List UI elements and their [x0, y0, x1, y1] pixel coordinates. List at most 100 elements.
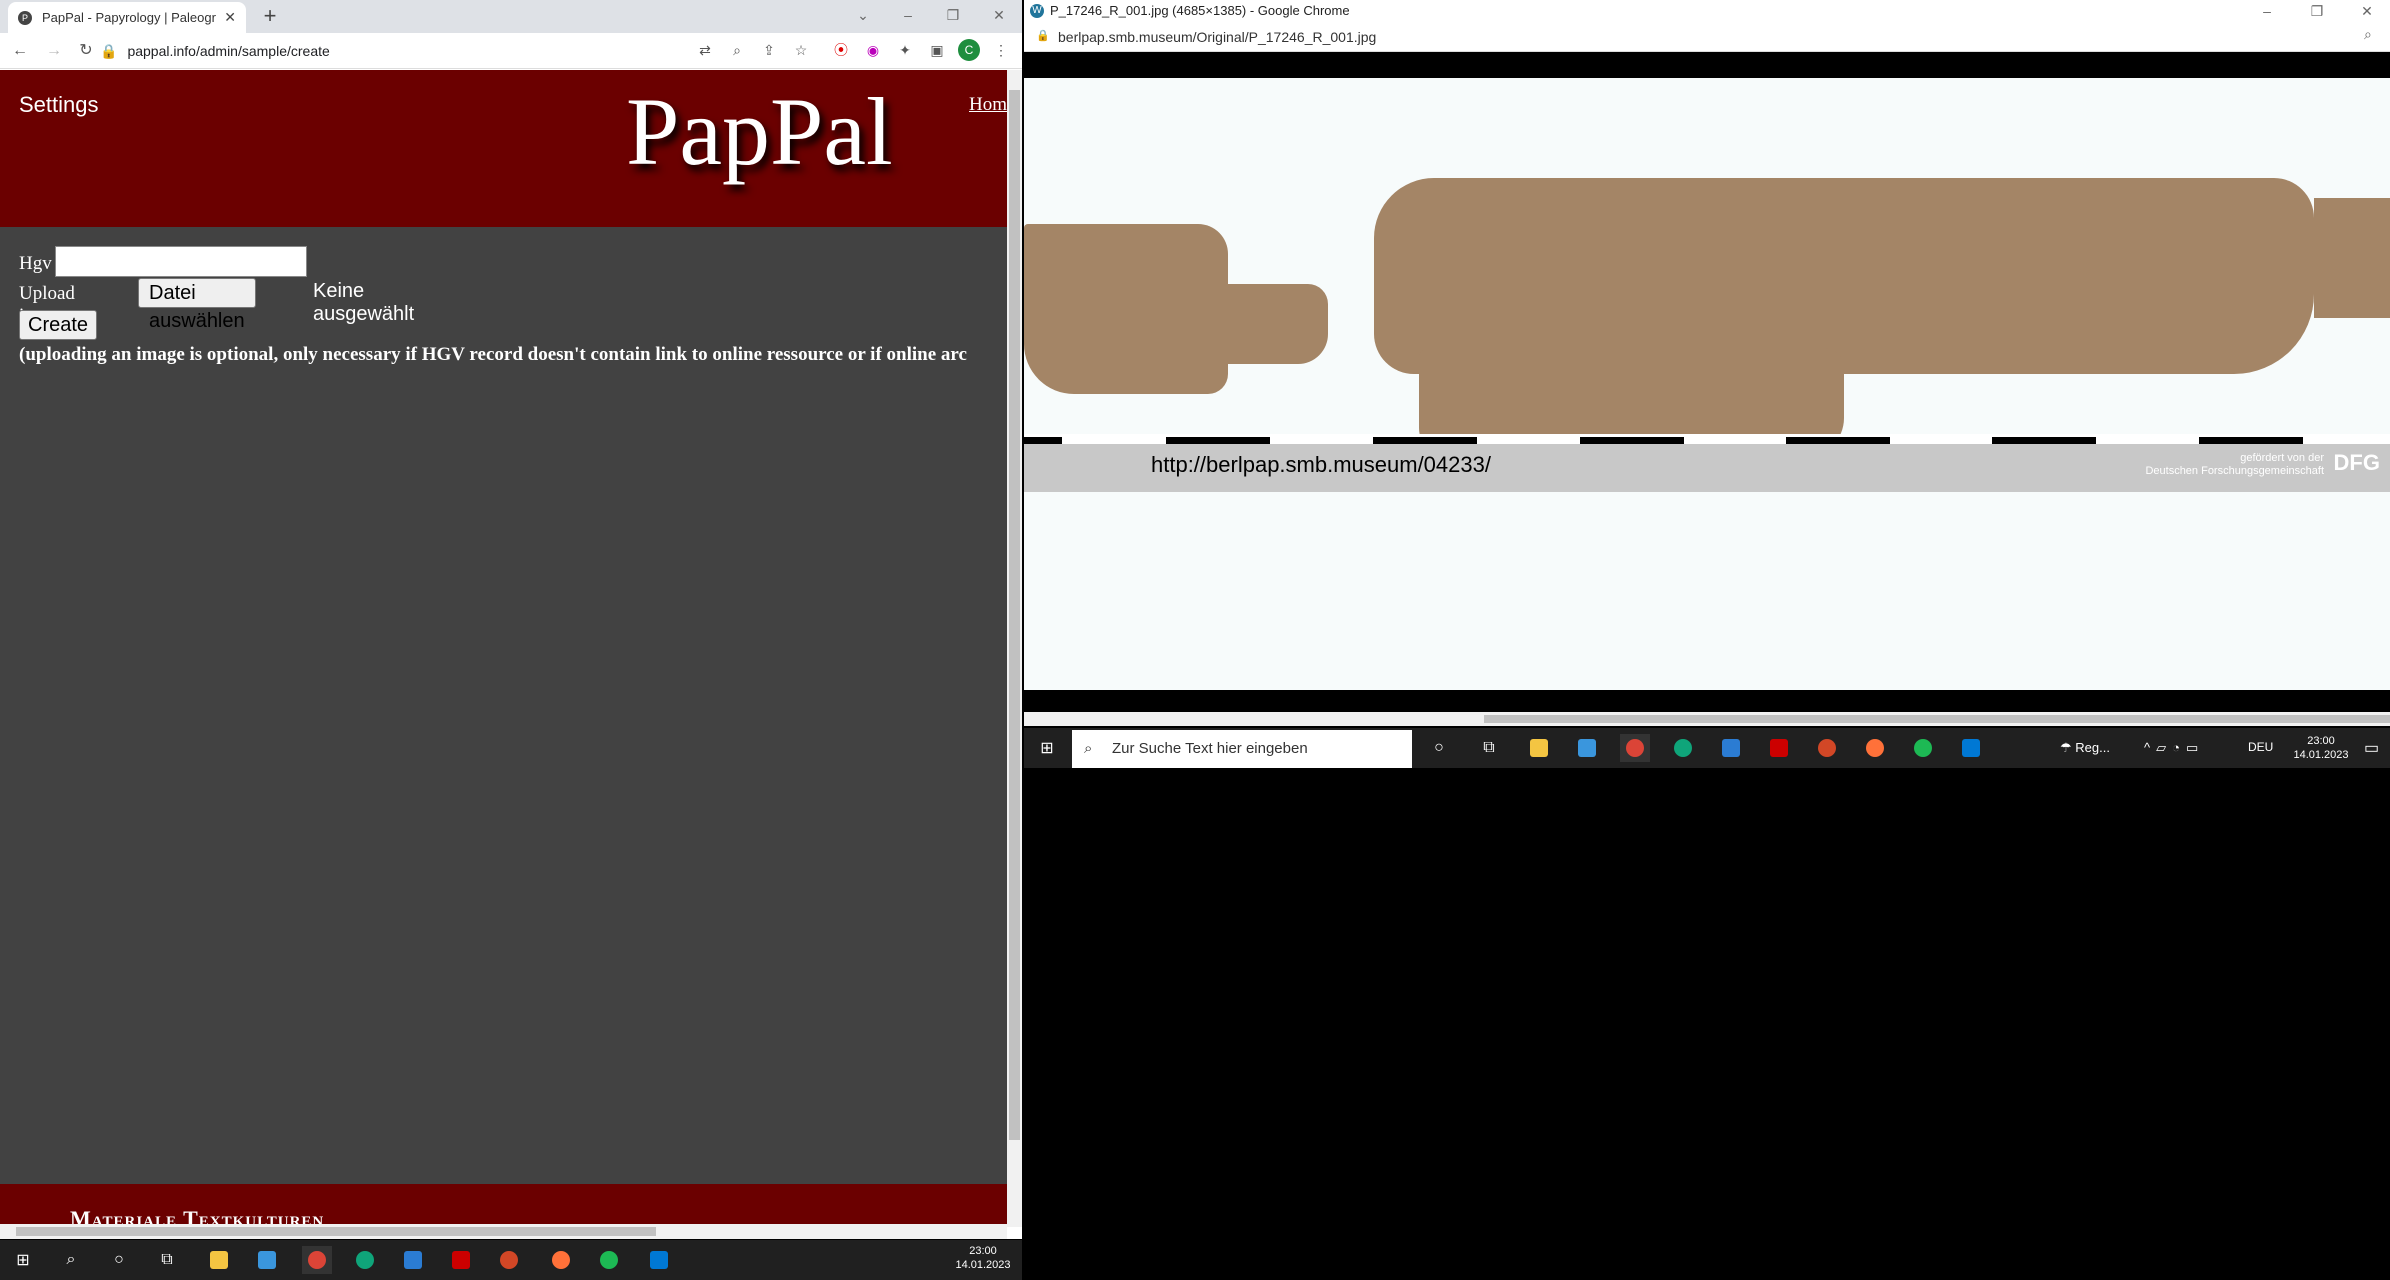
tray-clock[interactable]: 23:00 14.01.2023	[948, 1244, 1018, 1272]
spotify-icon[interactable]	[1908, 734, 1938, 762]
zoom-icon[interactable]: ⌕	[2364, 26, 2372, 43]
file-explorer-icon[interactable]	[1524, 734, 1554, 762]
clock-date: 14.01.2023	[955, 1259, 1011, 1271]
acrobat-icon[interactable]	[1764, 734, 1794, 762]
settings-link[interactable]: Settings	[19, 92, 99, 118]
lock-icon: 🔒	[100, 43, 118, 59]
cortana-icon[interactable]: ○	[1424, 734, 1454, 762]
task-view-icon[interactable]: ⧉	[152, 1246, 182, 1274]
reload-icon[interactable]: ↻	[74, 39, 98, 63]
restore-button[interactable]: ❐	[930, 0, 976, 30]
firefox-icon[interactable]	[546, 1246, 576, 1274]
pappal-logo: PapPal	[626, 78, 893, 185]
image-caption-bar: http://berlpap.smb.museum/04233/ geförde…	[1024, 444, 2390, 492]
task-view-icon[interactable]: ⧉	[1474, 734, 1504, 762]
windows-start-icon[interactable]: ⊞	[8, 1246, 38, 1274]
zoom-icon[interactable]: ⌕	[726, 39, 748, 61]
acrobat-icon[interactable]	[446, 1246, 476, 1274]
bookmark-star-icon[interactable]: ☆	[790, 39, 812, 61]
tray-clock[interactable]: 23:00 14.01.2023	[2286, 734, 2356, 762]
edge-icon[interactable]	[1668, 734, 1698, 762]
photos-icon[interactable]	[1956, 734, 1986, 762]
tab-title: PapPal - Papyrology | Paleograph	[42, 10, 216, 25]
clock-time: 23:00	[969, 1245, 997, 1257]
menu-kebab-icon[interactable]: ⋮	[990, 39, 1012, 61]
mail-icon[interactable]	[398, 1246, 428, 1274]
clock-time: 23:00	[2307, 735, 2335, 747]
file-explorer-icon[interactable]	[204, 1246, 234, 1274]
address-text: berlpap.smb.museum/Original/P_17246_R_00…	[1058, 29, 1377, 45]
cortana-icon[interactable]: ○	[104, 1246, 134, 1274]
address-bar[interactable]: berlpap.smb.museum/Original/P_17246_R_00…	[1024, 22, 2390, 52]
pappal-page: Settings PapPal Hom Hgv Upload image Dat…	[0, 70, 1007, 1239]
tab-pappal[interactable]: P PapPal - Papyrology | Paleograph ✕	[8, 2, 246, 33]
vertical-scroll-thumb[interactable]	[1009, 90, 1020, 1140]
site-header: Settings PapPal Hom	[0, 70, 1007, 227]
image-url-text: http://berlpap.smb.museum/04233/	[1151, 452, 1491, 477]
horizontal-scrollbar[interactable]	[0, 1224, 1007, 1239]
store-icon[interactable]	[252, 1246, 282, 1274]
chrome-icon[interactable]	[302, 1246, 332, 1274]
photos-icon[interactable]	[644, 1246, 674, 1274]
new-tab-button[interactable]: +	[258, 4, 282, 28]
clock-date: 14.01.2023	[2293, 749, 2349, 761]
weather-text: Reg...	[2075, 740, 2110, 755]
left-browser-window: P PapPal - Papyrology | Paleograph ✕ + ⌄…	[0, 0, 1022, 1239]
close-tab-icon[interactable]: ✕	[224, 9, 236, 26]
toolbar: ← → ↻ 🔒 pappal.info/admin/sample/create ⇄…	[0, 33, 1022, 69]
upload-note: (uploading an image is optional, only ne…	[19, 344, 967, 365]
windows-start-icon[interactable]: ⊞	[1032, 734, 1062, 762]
horizontal-scroll-thumb[interactable]	[16, 1227, 656, 1236]
close-window-button[interactable]: ✕	[976, 0, 1022, 30]
extension-red-icon[interactable]: ⦿	[830, 39, 852, 61]
spotify-icon[interactable]	[594, 1246, 624, 1274]
translate-icon[interactable]: ⇄	[694, 39, 716, 61]
firefox-icon[interactable]	[1860, 734, 1890, 762]
share-icon[interactable]: ⇪	[758, 39, 780, 61]
address-text: pappal.info/admin/sample/create	[127, 43, 330, 59]
hgv-input[interactable]	[55, 246, 307, 277]
vertical-scrollbar[interactable]	[1007, 70, 1022, 1227]
language-indicator[interactable]: DEU	[2248, 740, 2273, 754]
chrome-icon[interactable]	[1620, 734, 1650, 762]
weather-widget[interactable]: ☂ Reg...	[2060, 740, 2110, 756]
powerpoint-icon[interactable]	[494, 1246, 524, 1274]
minimize-button[interactable]: –	[885, 0, 931, 30]
home-link[interactable]: Hom	[969, 94, 1007, 116]
search-placeholder: Zur Suche Text hier eingeben	[1112, 740, 1308, 757]
extensions-puzzle-icon[interactable]: ✦	[894, 39, 916, 61]
extension-purple-icon[interactable]: ◉	[862, 39, 884, 61]
choose-file-button[interactable]: Datei auswählen	[138, 278, 256, 332]
horizontal-scrollbar[interactable]	[1024, 712, 2390, 726]
notification-icon[interactable]: ▭	[2364, 738, 2379, 758]
search-icon: ⌕	[1084, 740, 1093, 757]
horizontal-scroll-thumb[interactable]	[1484, 715, 2390, 723]
papyrus-fragment-main	[1374, 178, 2314, 374]
dfg-logo: gefördert von der Deutschen Forschungsge…	[2130, 452, 2380, 478]
back-arrow-icon[interactable]: ←	[8, 39, 32, 63]
windows-taskbar-right: ⊞ ⌕ Zur Suche Text hier eingeben ○ ⧉ ☂ R…	[1024, 728, 2390, 768]
windows-taskbar-bottom: ⊞ ⌕ ○ ⧉ 23:00 14.01.2023	[0, 1240, 1022, 1280]
tab-bar: P PapPal - Papyrology | Paleograph ✕ + ⌄…	[0, 0, 1022, 33]
search-icon[interactable]: ⌕	[56, 1246, 86, 1274]
profile-avatar[interactable]: C	[958, 39, 980, 61]
mail-icon[interactable]	[1716, 734, 1746, 762]
side-panel-icon[interactable]: ▣	[926, 39, 948, 61]
powerpoint-icon[interactable]	[1812, 734, 1842, 762]
papyrus-fragment-left-tip	[1228, 284, 1328, 364]
store-icon[interactable]	[1572, 734, 1602, 762]
taskbar-search-box[interactable]: ⌕ Zur Suche Text hier eingeben	[1072, 730, 1412, 768]
edge-icon[interactable]	[350, 1246, 380, 1274]
file-status: Keine ausgewählt	[313, 280, 415, 325]
papyrus-fragment-left	[1024, 224, 1228, 394]
tray-icons[interactable]: ^▱◔▭	[2144, 740, 2204, 756]
popup-title-bar: P_17246_R_001.jpg (4685×1385) - Google C…	[1024, 0, 2390, 22]
forward-arrow-icon[interactable]: →	[42, 39, 66, 63]
dfg-logo-text: DFG	[2333, 450, 2380, 475]
lock-icon: 🔒	[1036, 30, 1050, 42]
create-button[interactable]: Create	[19, 310, 98, 340]
hgv-label: Hgv	[19, 253, 52, 274]
window-title: P_17246_R_001.jpg (4685×1385) - Google C…	[1050, 3, 1350, 18]
papyrus-image[interactable]: http://berlpap.smb.museum/04233/ geförde…	[1024, 52, 2390, 712]
tab-search-chevron-icon[interactable]: ⌄	[840, 0, 886, 30]
